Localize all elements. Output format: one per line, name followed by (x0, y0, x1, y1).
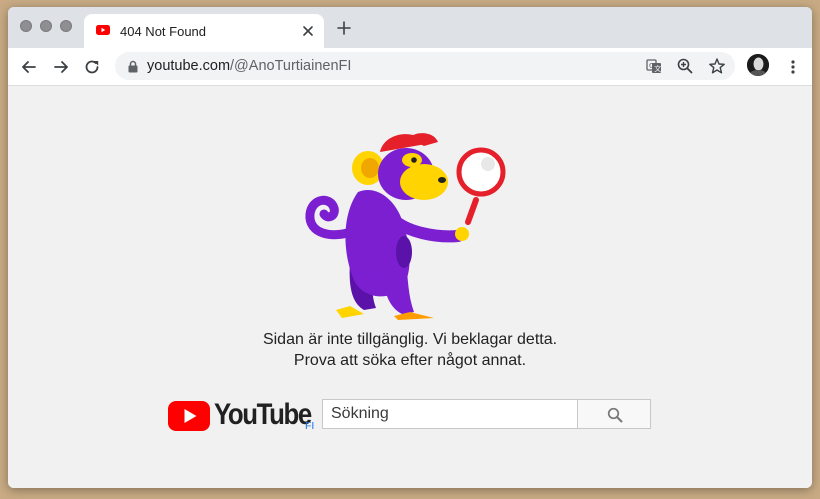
address-bar[interactable]: youtube.com/@AnoTurtiainenFI G 文 (115, 52, 735, 80)
search-input[interactable] (322, 399, 578, 429)
avatar[interactable] (747, 54, 769, 76)
plus-icon[interactable] (336, 20, 352, 36)
translate-icon[interactable]: G 文 (645, 57, 663, 75)
avatar-photo (747, 54, 769, 76)
tab-title: 404 Not Found (120, 24, 207, 39)
search-icon (607, 407, 623, 423)
star-icon[interactable] (708, 57, 726, 75)
youtube-play-icon (168, 401, 210, 431)
monkey-with-magnifier-icon (305, 133, 506, 320)
forward-icon[interactable] (52, 58, 70, 76)
youtube-favicon-icon (96, 25, 110, 35)
tab-bar: 404 Not Found (8, 7, 812, 48)
back-icon[interactable] (20, 58, 38, 76)
url-path: /@AnoTurtiainenFI (230, 58, 352, 74)
close-tab-icon[interactable] (300, 23, 316, 39)
reload-icon[interactable] (83, 58, 101, 76)
browser-window: 404 Not Found youtube.com/@AnoTurtiainen… (8, 7, 812, 488)
country-code: FI (305, 420, 315, 432)
lock-icon[interactable] (127, 60, 139, 73)
maximize-window-button[interactable] (60, 20, 72, 32)
svg-text:文: 文 (654, 64, 661, 73)
zoom-icon[interactable] (676, 57, 694, 75)
error-message-line2: Prova att söka efter något annat. (293, 352, 527, 369)
url-text: youtube.com/@AnoTurtiainenFI (147, 58, 351, 74)
youtube-logo[interactable]: YouTube FI (168, 398, 318, 438)
close-window-button[interactable] (20, 20, 32, 32)
url-domain: youtube.com (147, 58, 231, 74)
minimize-window-button[interactable] (40, 20, 52, 32)
youtube-wordmark: YouTube (214, 398, 312, 431)
search-button[interactable] (577, 399, 651, 429)
toolbar: youtube.com/@AnoTurtiainenFI G 文 (8, 48, 812, 86)
error-message-line1: Sidan är inte tillgänglig. Vi beklagar d… (262, 331, 558, 348)
menu-icon[interactable] (784, 58, 802, 76)
page-content: Sidan är inte tillgänglig. Vi beklagar d… (8, 86, 812, 488)
tab-active[interactable]: 404 Not Found (84, 14, 324, 48)
